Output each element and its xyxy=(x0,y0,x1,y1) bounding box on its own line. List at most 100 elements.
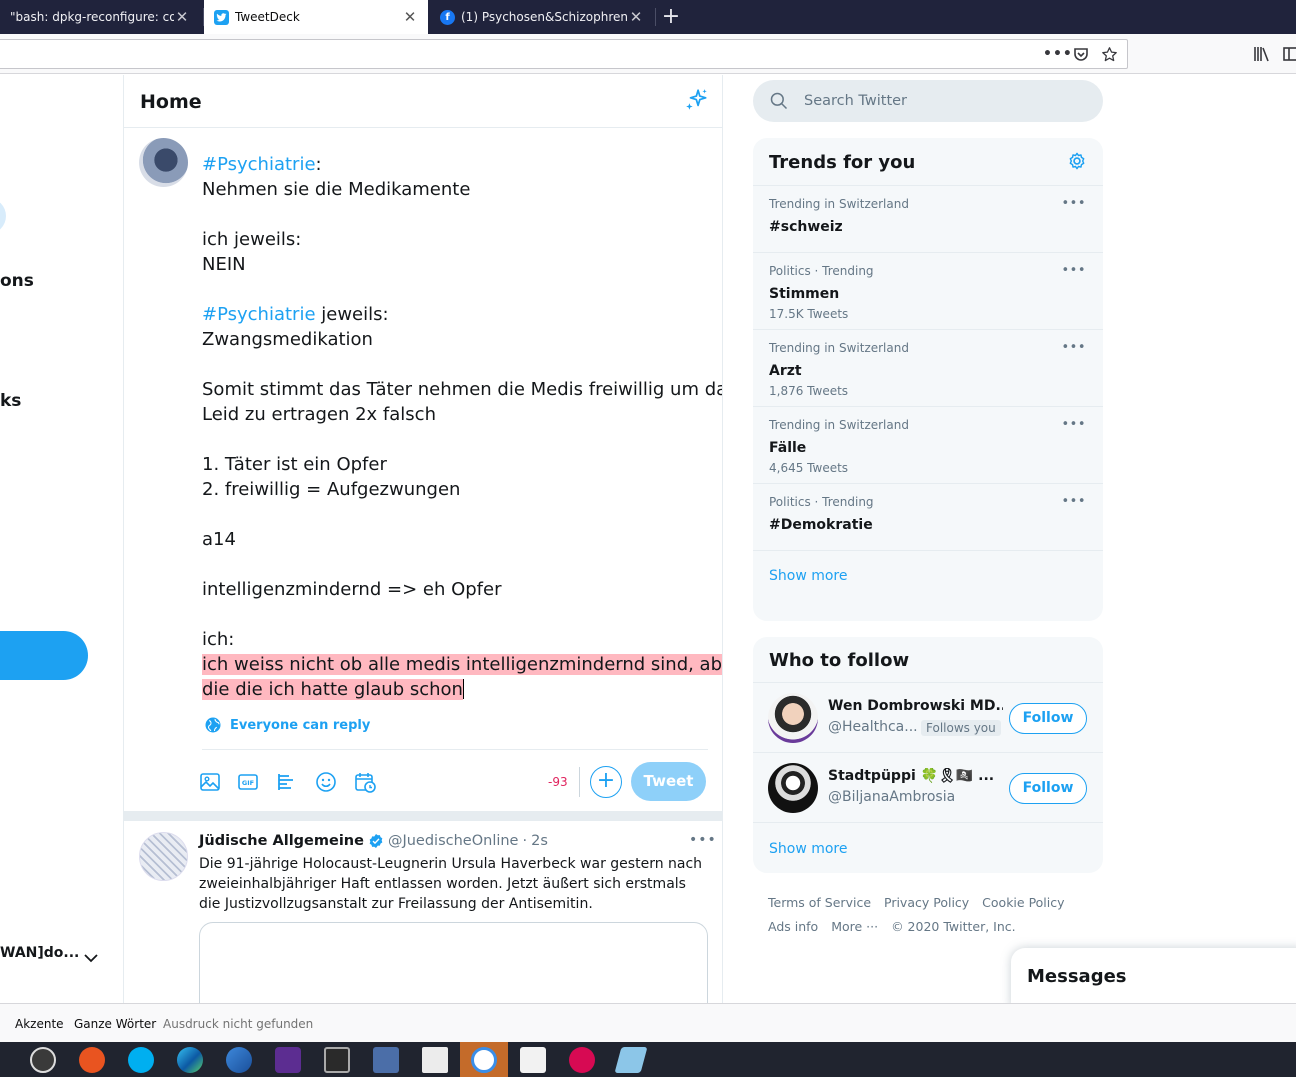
messages-drawer[interactable]: Messages xyxy=(1011,948,1296,1008)
trends-show-more-link[interactable]: Show more xyxy=(753,551,1103,601)
new-tab-button[interactable]: + xyxy=(660,4,682,30)
compose-textarea[interactable]: #Psychiatrie: Nehmen sie die Medikamente i… xyxy=(202,152,722,702)
compose-text-segment: intelligenzmindernd => eh Opfer xyxy=(202,579,502,600)
pocket-icon[interactable] xyxy=(1073,46,1089,66)
compose-line: Zwangsmedikation xyxy=(202,327,712,352)
search-input[interactable] xyxy=(804,93,1084,109)
tweet-button[interactable]: Tweet xyxy=(631,762,706,801)
trend-tweet-count: 1,876 Tweets xyxy=(769,384,849,398)
composer-divider xyxy=(202,749,708,750)
trend-name: Arzt xyxy=(769,363,802,379)
more-options-icon[interactable]: ••• xyxy=(1061,417,1086,432)
footer-link[interactable]: Terms of Service xyxy=(768,895,871,910)
tweet-author-name[interactable]: Jüdische Allgemeine xyxy=(199,833,364,849)
nav-tweet-button[interactable] xyxy=(0,631,88,680)
trend-context: Trending in Switzerland xyxy=(769,418,909,432)
page-actions-icon[interactable]: ••• xyxy=(1043,46,1073,62)
add-tweet-button[interactable]: + xyxy=(590,766,622,798)
edge-icon[interactable] xyxy=(177,1047,203,1073)
image-icon[interactable] xyxy=(198,770,222,794)
account-switcher-name[interactable]: WAN]do... xyxy=(0,945,79,961)
footer-link[interactable]: Cookie Policy xyxy=(982,895,1064,910)
gear-icon[interactable] xyxy=(1066,150,1088,172)
follow-button[interactable]: Follow xyxy=(1009,703,1087,734)
trend-item[interactable]: Trending in Switzerland Arzt 1,876 Tweets •… xyxy=(753,330,1103,407)
nav-item-notifications[interactable]: ons xyxy=(0,271,34,291)
footer-link[interactable]: Ads info xyxy=(768,919,818,934)
suggestion-name[interactable]: Stadtpüppi 🍀🎗🏴‍☠️ ... xyxy=(828,768,1003,784)
follow-button[interactable]: Follow xyxy=(1009,773,1087,804)
trend-context: Trending in Switzerland xyxy=(769,341,909,355)
tweet-separator: · xyxy=(522,833,528,849)
suggestion-name[interactable]: Wen Dombrowski MD... xyxy=(828,698,1003,714)
chevron-down-icon[interactable] xyxy=(84,951,98,967)
whole-words-checkbox[interactable]: Ganze Wörter xyxy=(74,1017,156,1031)
trend-item[interactable]: Trending in Switzerland #schweiz ••• xyxy=(753,186,1103,253)
trend-item[interactable]: Politics · Trending #Demokratie ••• xyxy=(753,484,1103,551)
follow-suggestion[interactable]: Wen Dombrowski MD... @Healthca... Follow… xyxy=(753,683,1103,753)
footer-link[interactable]: Privacy Policy xyxy=(884,895,969,910)
store-icon[interactable] xyxy=(520,1047,546,1073)
compose-text-segment: : xyxy=(315,154,322,175)
count-divider xyxy=(579,767,580,797)
trend-tweet-count: 4,645 Tweets xyxy=(769,461,849,475)
more-options-icon[interactable]: ••• xyxy=(1061,340,1086,355)
sparkle-icon[interactable] xyxy=(684,87,710,113)
tweet-author-handle[interactable]: @JuedischeOnline xyxy=(388,833,519,849)
nav-item-bookmarks[interactable]: ks xyxy=(0,391,21,411)
whatsapp-icon[interactable] xyxy=(471,1047,497,1073)
x-icon[interactable] xyxy=(324,1047,350,1073)
composer-avatar[interactable] xyxy=(139,138,188,187)
tweet-link-card[interactable] xyxy=(199,922,708,1003)
visual-studio-icon[interactable] xyxy=(275,1047,301,1073)
compose-line: 2. freiwillig = Aufgezwungen xyxy=(202,477,712,502)
more-options-icon[interactable]: ••• xyxy=(1061,196,1086,211)
more-options-icon[interactable]: ••• xyxy=(1061,263,1086,278)
nav-highlight-circle[interactable] xyxy=(0,198,6,234)
tweet-author-avatar[interactable] xyxy=(139,832,188,881)
tab-tweetdeck[interactable]: TweetDeck ✕ xyxy=(204,0,428,34)
close-tab-icon[interactable]: ✕ xyxy=(402,8,418,26)
piano-icon[interactable] xyxy=(422,1047,448,1073)
library-icon[interactable] xyxy=(1253,46,1270,66)
search-bar[interactable] xyxy=(753,80,1103,122)
sidebar-toggle-icon[interactable] xyxy=(1283,46,1296,66)
gif-icon[interactable]: GIF xyxy=(236,770,260,794)
avatar[interactable] xyxy=(768,693,818,743)
schedule-icon[interactable] xyxy=(353,770,377,794)
address-bar[interactable]: ••• xyxy=(0,39,1128,69)
tab-bash[interactable]: "bash: dpkg-reconfigure: comm ✕ xyxy=(0,0,200,34)
more-options-icon[interactable]: ••• xyxy=(1061,494,1086,509)
tweet-timestamp[interactable]: 2s xyxy=(531,833,548,849)
trend-item[interactable]: Politics · Trending Stimmen 17.5K Tweets ••… xyxy=(753,253,1103,330)
composer-separator xyxy=(124,811,722,821)
reply-setting-button[interactable]: Everyone can reply xyxy=(204,716,370,734)
close-tab-icon[interactable]: ✕ xyxy=(628,8,644,26)
poll-icon[interactable] xyxy=(275,770,299,794)
trend-tweet-count: 17.5K Tweets xyxy=(769,307,849,321)
obs-icon[interactable] xyxy=(30,1047,56,1073)
skype-icon[interactable] xyxy=(128,1047,154,1073)
debian-icon[interactable] xyxy=(569,1047,595,1073)
arrow-tool-icon[interactable] xyxy=(373,1047,399,1073)
who-to-follow-title: Who to follow xyxy=(753,637,1103,683)
thunderbird-icon[interactable] xyxy=(226,1047,252,1073)
avatar[interactable] xyxy=(768,763,818,813)
tweet-more-icon[interactable]: ••• xyxy=(689,832,717,848)
match-diacritics-checkbox[interactable]: Akzente xyxy=(15,1017,64,1031)
who-to-follow-panel: Who to follow Wen Dombrowski MD... @Heal… xyxy=(753,637,1103,873)
bookmark-star-icon[interactable] xyxy=(1101,46,1118,67)
emoji-icon[interactable] xyxy=(314,770,338,794)
compose-line: a14 xyxy=(202,527,712,552)
find-status: Ausdruck nicht gefunden xyxy=(163,1017,314,1031)
compose-line xyxy=(202,502,712,527)
ubuntu-icon[interactable] xyxy=(79,1047,105,1073)
tab-facebook[interactable]: f (1) Psychosen&Schizophrenie | ✕ xyxy=(430,0,654,34)
close-tab-icon[interactable]: ✕ xyxy=(174,8,190,26)
os-taskbar xyxy=(0,1042,1296,1077)
follow-show-more-link[interactable]: Show more xyxy=(753,823,1103,871)
screenshot-tool-icon[interactable] xyxy=(614,1047,648,1073)
footer-link[interactable]: More ··· xyxy=(831,919,878,934)
follow-suggestion[interactable]: Stadtpüppi 🍀🎗🏴‍☠️ ... @BiljanaAmbrosia F… xyxy=(753,753,1103,823)
trend-item[interactable]: Trending in Switzerland Fälle 4,645 Tweets… xyxy=(753,407,1103,484)
